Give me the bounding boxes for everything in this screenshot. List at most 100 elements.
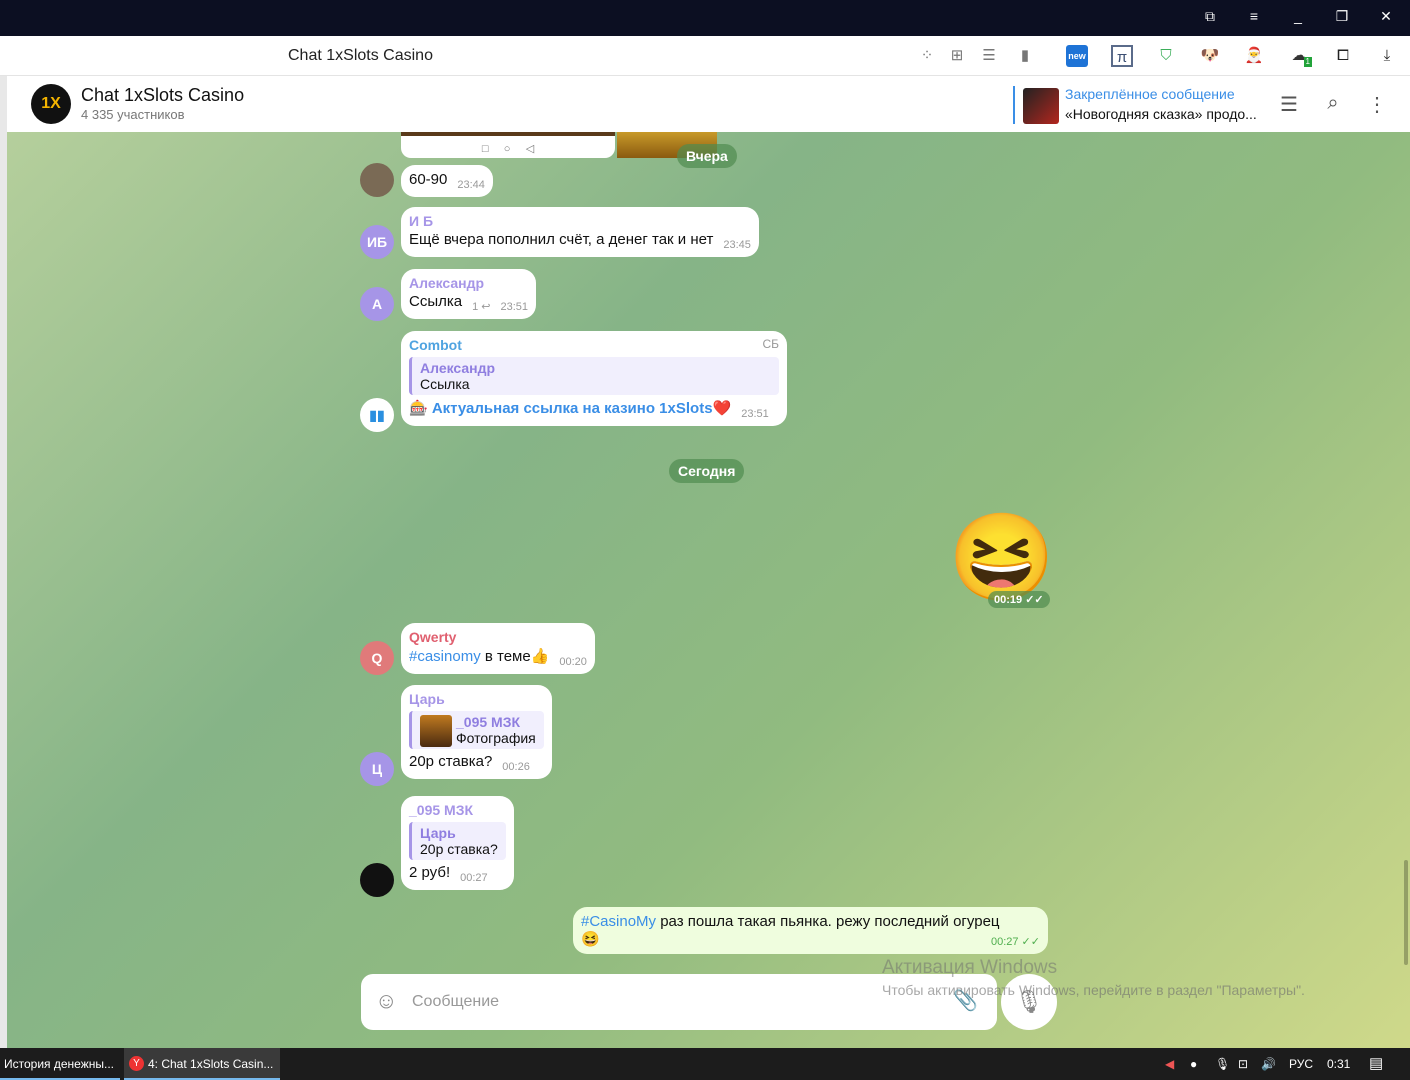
message-text: 60-90 <box>409 171 448 188</box>
sender-name[interactable]: Царь <box>409 691 544 707</box>
emoji-icon[interactable]: ☺ <box>375 988 397 1014</box>
adguard-icon[interactable]: ⛉ <box>1155 45 1177 67</box>
avatar[interactable] <box>360 163 394 197</box>
message-time: 00:27 <box>460 872 488 884</box>
message-text: Ещё вчера пополнил счёт, а денег так и н… <box>409 231 714 248</box>
taskbar-item-active[interactable]: Y 4: Chat 1xSlots Casin... <box>124 1048 280 1080</box>
language-indicator[interactable]: РУС <box>1289 1057 1313 1071</box>
taskbar-item-label: 4: Chat 1xSlots Casin... <box>148 1057 274 1071</box>
pinned-list-icon[interactable]: ☰ <box>1277 92 1301 117</box>
sender-name[interactable]: Qwerty <box>409 629 587 645</box>
chat-title[interactable]: Chat 1xSlots Casino <box>81 85 244 106</box>
avatar-extension-icon[interactable]: 🎅 <box>1243 45 1265 67</box>
reply-text: 20р ставка? <box>420 841 498 857</box>
clock[interactable]: 0:31 <box>1327 1057 1350 1071</box>
message-time: 00:26 <box>502 761 530 773</box>
chat-avatar[interactable]: 1X <box>31 84 71 124</box>
maximize-button[interactable]: ❐ <box>1332 8 1352 25</box>
sender-name[interactable]: _095 МЗК <box>409 802 506 818</box>
message[interactable]: Александр Ссылка 1 ↩ 23:51 <box>401 269 537 319</box>
search-icon[interactable]: ⌕ <box>1321 92 1345 115</box>
add-tab-icon[interactable]: ⊞ <box>946 45 968 67</box>
minimize-button[interactable]: _ <box>1288 8 1308 24</box>
translate-icon[interactable]: ⧠ <box>1332 45 1354 67</box>
reply-quote[interactable]: Царь 20р ставка? <box>409 822 506 860</box>
notifications-icon[interactable]: ▤ <box>1369 1054 1383 1072</box>
hashtag-link[interactable]: #casinomy <box>409 648 481 665</box>
reply-photo-thumbnail <box>420 715 452 747</box>
activation-watermark-text: Чтобы активировать Windows, перейдите в … <box>882 982 1305 998</box>
tabs-icon[interactable]: ⧉ <box>1200 8 1220 25</box>
outgoing-message[interactable]: #CasinoMy раз пошла такая пьянка. режу п… <box>573 907 1048 954</box>
menu-icon[interactable]: ≡ <box>1244 8 1264 24</box>
close-button[interactable]: ✕ <box>1376 8 1396 25</box>
sender-name[interactable]: И Б <box>409 213 751 229</box>
avatar[interactable]: А <box>360 287 394 321</box>
sender-name[interactable]: Александр <box>409 275 528 291</box>
pinned-message[interactable]: Закреплённое сообщение «Новогодняя сказк… <box>1013 86 1263 124</box>
volume-muted-icon[interactable]: ◀ <box>1165 1057 1174 1071</box>
mic-tray-icon[interactable]: 🎙 <box>1215 1057 1230 1071</box>
reply-name: _095 МЗК <box>456 714 521 730</box>
message-text: Ссылка <box>409 293 463 310</box>
message-text: 2 руб! <box>409 864 451 881</box>
browser-bar: Chat 1xSlots Casino ⁘ ⊞ ☰ ▮ new π ⛉ 🐶 🎅 … <box>0 36 1410 76</box>
message-time: 00:27 ✓✓ <box>990 936 1040 948</box>
taskbar: История денежны... Y 4: Chat 1xSlots Casi… <box>0 1048 1410 1080</box>
cloud-sync-icon[interactable]: ☁ 1 <box>1288 45 1312 67</box>
message-time: 23:44 <box>457 179 485 191</box>
reply-count[interactable]: 1 ↩ <box>472 301 490 313</box>
message[interactable]: Qwerty #casinomy в теме👍 00:20 <box>401 623 595 674</box>
new-extension-icon[interactable]: new <box>1066 45 1088 67</box>
message-time: 23:45 <box>723 239 751 251</box>
bookmark-icon[interactable]: ▮ <box>1014 45 1036 67</box>
pinned-thumbnail <box>1023 88 1059 124</box>
apps-icon[interactable]: ⁘ <box>916 45 938 67</box>
avatar[interactable]: Ц <box>360 752 394 786</box>
pinned-label: Закреплённое сообщение <box>1065 86 1235 102</box>
dog-extension-icon[interactable]: 🐶 <box>1199 45 1221 67</box>
message-time: 23:51 <box>741 408 769 420</box>
taskbar-item[interactable]: История денежны... <box>0 1048 120 1080</box>
reply-text: Фотография <box>456 730 536 746</box>
message[interactable]: Царь _095 МЗК Фотография 20р ставка? 00:26 <box>401 685 552 779</box>
message-text: в теме👍 <box>480 648 550 665</box>
pi-extension-icon[interactable]: π <box>1111 45 1133 67</box>
avatar[interactable] <box>360 863 394 897</box>
scrollbar[interactable] <box>1404 860 1408 965</box>
message-emoji: 😆 <box>581 931 600 948</box>
reply-quote[interactable]: _095 МЗК Фотография <box>409 711 544 749</box>
date-separator-today: Сегодня <box>669 459 745 483</box>
reply-name: Александр <box>420 360 496 376</box>
admin-badge: СБ <box>762 337 779 351</box>
message-text: раз пошла такая пьянка. режу последний о… <box>656 913 1000 930</box>
combot-avatar[interactable]: ▮▮ <box>360 398 394 432</box>
reader-icon[interactable]: ☰ <box>978 45 1000 67</box>
message[interactable]: 60-90 23:44 <box>401 165 493 197</box>
activation-watermark-title: Активация Windows <box>882 957 1058 978</box>
message-link[interactable]: 🎰 Актуальная ссылка на казино 1xSlots❤️ <box>409 400 731 417</box>
hashtag-link[interactable]: #CasinoMy <box>581 913 656 930</box>
reply-quote[interactable]: Александр Ссылка <box>409 357 779 395</box>
date-separator-yesterday: Вчера <box>677 144 737 168</box>
avatar[interactable]: Q <box>360 641 394 675</box>
reply-name: Царь <box>420 825 456 841</box>
reply-text: Ссылка <box>420 376 470 392</box>
image-message-tail[interactable]: □ ○ ◁ <box>401 132 615 158</box>
message-time: 00:20 <box>559 656 587 668</box>
more-icon[interactable]: ⋮ <box>1365 92 1389 117</box>
message[interactable]: И Б Ещё вчера пополнил счёт, а денег так … <box>401 207 759 257</box>
steam-icon[interactable]: ● <box>1190 1057 1197 1071</box>
yandex-browser-icon: Y <box>129 1056 144 1071</box>
left-edge <box>0 76 7 1048</box>
download-icon[interactable]: ⤓ <box>1376 45 1398 67</box>
avatar[interactable]: ИБ <box>360 225 394 259</box>
message[interactable]: Combot СБ Александр Ссылка 🎰 Актуальная ссыл… <box>401 331 787 426</box>
message[interactable]: _095 МЗК Царь 20р ставка? 2 руб! 00:27 <box>401 796 514 890</box>
pinned-text: «Новогодняя сказка» продо... <box>1065 106 1257 122</box>
tab-title: Chat 1xSlots Casino <box>288 47 433 64</box>
network-icon[interactable]: ⊡ <box>1238 1057 1248 1071</box>
sender-name[interactable]: Combot <box>409 337 779 353</box>
sticker-time: 00:19 ✓✓ <box>988 591 1050 608</box>
speaker-icon[interactable]: 🔊 <box>1261 1057 1276 1071</box>
